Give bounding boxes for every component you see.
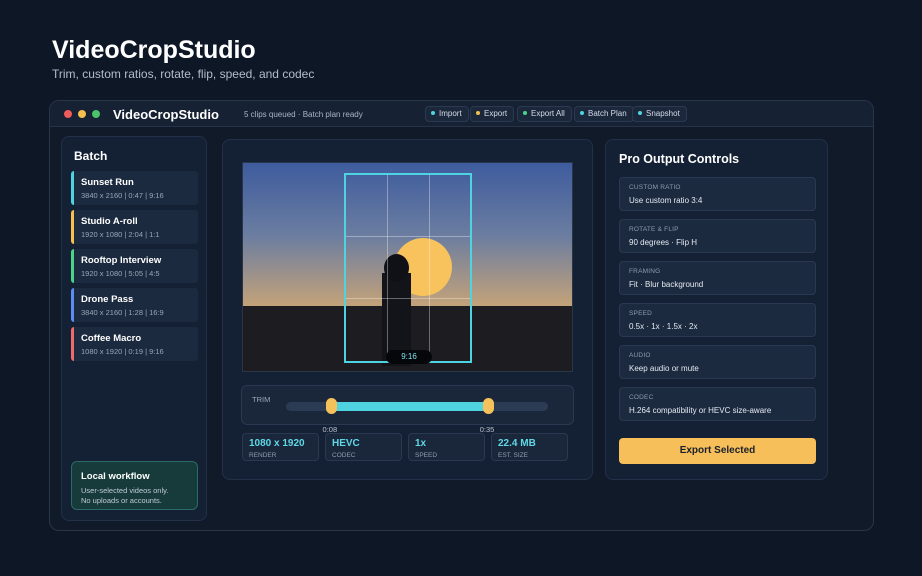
export-all-button[interactable]: Export All (517, 106, 572, 122)
speed-control[interactable]: SPEED 0.5x · 1x · 1.5x · 2x (619, 303, 816, 337)
controls-title: Pro Output Controls (619, 152, 740, 166)
import-label: Import (439, 109, 462, 118)
clip-item-drone-pass[interactable]: Drone Pass 3840 x 2160 | 1:28 | 16:9 (71, 288, 198, 322)
export-status-dot (476, 111, 480, 115)
render-label: RENDER (249, 452, 277, 459)
trim-label: TRIM (252, 395, 271, 404)
batch-title: Batch (74, 149, 108, 163)
crop-grid-line (429, 175, 430, 361)
maximize-window-button[interactable] (92, 110, 100, 118)
control-value: Use custom ratio 3:4 (629, 196, 703, 205)
import-button[interactable]: Import (425, 106, 469, 122)
render-stat: 1080 x 1920 RENDER (242, 433, 319, 461)
clip-meta: 1080 x 1920 | 0:19 | 9:16 (81, 347, 164, 356)
framing-control[interactable]: FRAMING Fit · Blur background (619, 261, 816, 295)
clip-meta: 1920 x 1080 | 5:05 | 4:5 (81, 269, 160, 278)
codec-value: HEVC (332, 438, 360, 449)
codec-stat: HEVC CODEC (325, 433, 402, 461)
control-label: AUDIO (629, 352, 651, 359)
control-label: FRAMING (629, 268, 661, 275)
audio-control[interactable]: AUDIO Keep audio or mute (619, 345, 816, 379)
clip-meta: 3840 x 2160 | 1:28 | 16:9 (81, 308, 164, 317)
speed-value: 1x (415, 438, 427, 449)
clip-item-rooftop-interview[interactable]: Rooftop Interview 1920 x 1080 | 5:05 | 4… (71, 249, 198, 283)
control-value: Fit · Blur background (629, 280, 704, 289)
control-label: ROTATE & FLIP (629, 226, 679, 233)
app-window: VideoCropStudio 5 clips queued · Batch p… (49, 100, 874, 531)
queue-status: 5 clips queued · Batch plan ready (244, 110, 363, 119)
crop-ratio-badge: 9:16 (386, 350, 432, 364)
batch-panel: Batch Sunset Run 3840 x 2160 | 0:47 | 9:… (61, 136, 207, 521)
title-bar: VideoCropStudio 5 clips queued · Batch p… (50, 101, 873, 127)
page-subtitle: Trim, custom ratios, rotate, flip, speed… (52, 67, 315, 81)
workflow-title: Local workflow (81, 471, 150, 482)
trim-end-handle[interactable] (482, 398, 494, 414)
clip-name: Rooftop Interview (81, 255, 162, 266)
preview-panel: 9:16 TRIM 0:08 0:35 1080 x 1920 RENDER H… (222, 139, 593, 480)
speed-label: SPEED (415, 452, 438, 459)
trim-panel: TRIM 0:08 0:35 (241, 385, 574, 434)
close-window-button[interactable] (64, 110, 72, 118)
crop-grid-line (346, 236, 470, 237)
control-label: SPEED (629, 310, 653, 317)
export-button[interactable]: Export (470, 106, 515, 122)
control-label: CUSTOM RATIO (629, 184, 681, 191)
codec-label: CODEC (332, 452, 356, 459)
clip-item-coffee-macro[interactable]: Coffee Macro 1080 x 1920 | 0:19 | 9:16 (71, 327, 198, 361)
batch-plan-status-dot (580, 111, 584, 115)
video-preview[interactable]: 9:16 (242, 162, 573, 372)
crop-grid-line (387, 175, 388, 361)
speed-stat: 1x SPEED (408, 433, 485, 461)
crop-frame[interactable]: 9:16 (344, 173, 472, 364)
export-all-status-dot (523, 111, 527, 115)
batch-plan-button[interactable]: Batch Plan (574, 106, 634, 122)
control-value: H.264 compatibility or HEVC size-aware (629, 406, 772, 415)
snapshot-button[interactable]: Snapshot (632, 106, 687, 122)
control-value: Keep audio or mute (629, 364, 699, 373)
snapshot-status-dot (638, 111, 642, 115)
render-value: 1080 x 1920 (249, 438, 305, 449)
size-stat: 22.4 MB EST. SIZE (491, 433, 568, 461)
custom-ratio-control[interactable]: CUSTOM RATIO Use custom ratio 3:4 (619, 177, 816, 211)
page-title: VideoCropStudio (52, 36, 256, 64)
import-status-dot (431, 111, 435, 115)
codec-control[interactable]: CODEC H.264 compatibility or HEVC size-a… (619, 387, 816, 421)
control-value: 90 degrees · Flip H (629, 238, 698, 247)
trim-start-handle[interactable] (325, 398, 337, 414)
minimize-window-button[interactable] (78, 110, 86, 118)
clip-meta: 1920 x 1080 | 2:04 | 1:1 (81, 230, 160, 239)
rotate-flip-control[interactable]: ROTATE & FLIP 90 degrees · Flip H (619, 219, 816, 253)
clip-name: Sunset Run (81, 177, 134, 188)
control-label: CODEC (629, 394, 654, 401)
batch-plan-label: Batch Plan (588, 109, 627, 118)
clip-item-studio-a-roll[interactable]: Studio A-roll 1920 x 1080 | 2:04 | 1:1 (71, 210, 198, 244)
export-label: Export (484, 109, 508, 118)
size-value: 22.4 MB (498, 438, 536, 449)
crop-grid-line (346, 298, 470, 299)
clip-name: Coffee Macro (81, 333, 142, 344)
trim-track[interactable]: 0:08 0:35 (286, 398, 548, 434)
clip-name: Studio A-roll (81, 216, 138, 227)
control-value: 0.5x · 1x · 1.5x · 2x (629, 322, 698, 331)
workflow-line-1: User-selected videos only. (81, 486, 169, 495)
output-controls-panel: Pro Output Controls CUSTOM RATIO Use cus… (605, 139, 828, 480)
export-selected-button[interactable]: Export Selected (619, 438, 816, 464)
app-name: VideoCropStudio (113, 107, 219, 122)
export-all-label: Export All (531, 109, 565, 118)
clip-item-sunset-run[interactable]: Sunset Run 3840 x 2160 | 0:47 | 9:16 (71, 171, 198, 205)
local-workflow-card: Local workflow User-selected videos only… (71, 461, 198, 510)
trim-range-fill (330, 402, 488, 411)
size-label: EST. SIZE (498, 452, 528, 459)
snapshot-label: Snapshot (646, 109, 680, 118)
workflow-line-2: No uploads or accounts. (81, 496, 162, 505)
clip-meta: 3840 x 2160 | 0:47 | 9:16 (81, 191, 164, 200)
clip-name: Drone Pass (81, 294, 134, 305)
